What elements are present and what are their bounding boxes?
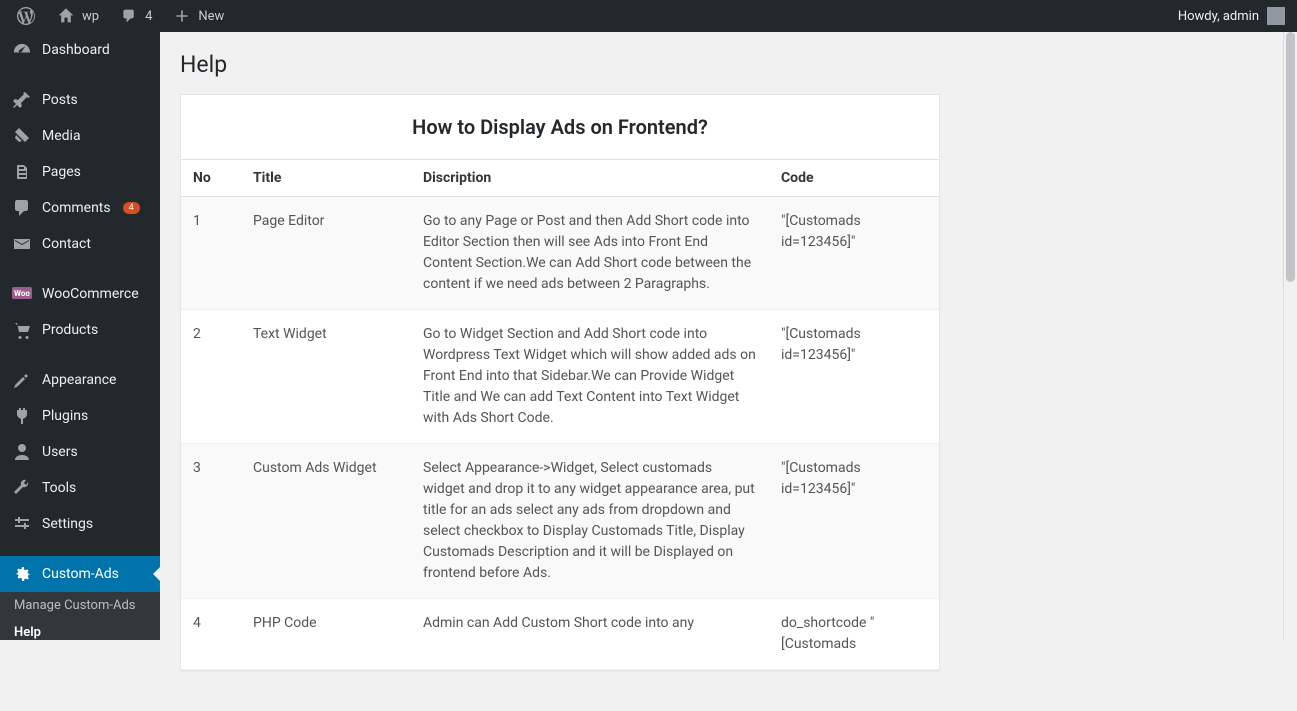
menu-separator bbox=[0, 262, 160, 276]
sidebar-item-appearance[interactable]: Appearance bbox=[0, 362, 160, 398]
admin-bar-left: wp 4 New bbox=[8, 0, 232, 32]
col-no: No bbox=[181, 160, 241, 197]
sidebar-item-label: Comments bbox=[42, 200, 111, 216]
submenu-item-help[interactable]: Help bbox=[0, 619, 160, 640]
sidebar-item-label: Tools bbox=[42, 480, 76, 496]
menu-separator bbox=[0, 542, 160, 556]
cell-no: 3 bbox=[181, 444, 241, 599]
sidebar-item-posts[interactable]: Posts bbox=[0, 82, 160, 118]
cell-code: do_shortcode "[Customads bbox=[769, 599, 939, 670]
mail-icon bbox=[12, 234, 32, 254]
comments-menu[interactable]: 4 bbox=[111, 0, 160, 32]
scrollbar[interactable] bbox=[1283, 32, 1297, 640]
admin-bar-right[interactable]: Howdy, admin bbox=[1178, 7, 1289, 25]
cell-desc: Go to any Page or Post and then Add Shor… bbox=[411, 197, 769, 310]
help-table: No Title Discription Code 1Page EditorGo… bbox=[181, 159, 939, 670]
pin-icon bbox=[12, 90, 32, 110]
wp-logo-menu[interactable] bbox=[8, 0, 44, 32]
cell-no: 4 bbox=[181, 599, 241, 670]
sidebar-item-label: Plugins bbox=[42, 408, 88, 424]
sidebar-item-label: Pages bbox=[42, 164, 81, 180]
cell-title: Custom Ads Widget bbox=[241, 444, 411, 599]
cell-code: "[Customads id=123456]" bbox=[769, 197, 939, 310]
col-desc: Discription bbox=[411, 160, 769, 197]
menu-separator bbox=[0, 348, 160, 362]
sliders-icon bbox=[12, 514, 32, 534]
comments-icon bbox=[12, 198, 32, 218]
site-name: wp bbox=[82, 9, 99, 24]
sidebar-item-comments[interactable]: Comments 4 bbox=[0, 190, 160, 226]
sidebar-item-customads[interactable]: Custom-Ads bbox=[0, 556, 160, 592]
table-row: 2Text WidgetGo to Widget Section and Add… bbox=[181, 310, 939, 444]
gear-icon bbox=[12, 564, 32, 584]
sidebar-item-media[interactable]: Media bbox=[0, 118, 160, 154]
new-content-menu[interactable]: New bbox=[164, 0, 232, 32]
dashboard-icon bbox=[12, 40, 32, 60]
cell-desc: Go to Widget Section and Add Short code … bbox=[411, 310, 769, 444]
sidebar-item-label: Media bbox=[42, 128, 81, 144]
plug-icon bbox=[12, 406, 32, 426]
sidebar-item-label: Settings bbox=[42, 516, 93, 532]
cell-code: "[Customads id=123456]" bbox=[769, 444, 939, 599]
site-name-menu[interactable]: wp bbox=[48, 0, 107, 32]
sidebar-item-dashboard[interactable]: Dashboard bbox=[0, 32, 160, 68]
cell-code: "[Customads id=123456]" bbox=[769, 310, 939, 444]
sidebar-item-tools[interactable]: Tools bbox=[0, 470, 160, 506]
brush-icon bbox=[12, 370, 32, 390]
avatar bbox=[1267, 7, 1285, 25]
cell-desc: Admin can Add Custom Short code into any bbox=[411, 599, 769, 670]
comments-badge: 4 bbox=[123, 202, 140, 214]
sidebar-item-plugins[interactable]: Plugins bbox=[0, 398, 160, 434]
scrollbar-thumb[interactable] bbox=[1286, 32, 1295, 282]
wordpress-logo-icon bbox=[16, 6, 36, 26]
cell-no: 1 bbox=[181, 197, 241, 310]
sidebar-item-pages[interactable]: Pages bbox=[0, 154, 160, 190]
sidebar-item-users[interactable]: Users bbox=[0, 434, 160, 470]
sidebar-item-woocommerce[interactable]: Woo WooCommerce bbox=[0, 276, 160, 312]
user-icon bbox=[12, 442, 32, 462]
cell-title: Page Editor bbox=[241, 197, 411, 310]
sidebar-item-contact[interactable]: Contact bbox=[0, 226, 160, 262]
media-icon bbox=[12, 126, 32, 146]
table-row: 4PHP CodeAdmin can Add Custom Short code… bbox=[181, 599, 939, 670]
sidebar-item-label: Posts bbox=[42, 92, 78, 108]
content-area: Help How to Display Ads on Frontend? No … bbox=[160, 32, 1297, 711]
howdy-text: Howdy, admin bbox=[1178, 9, 1259, 24]
col-title: Title bbox=[241, 160, 411, 197]
sidebar-item-settings[interactable]: Settings bbox=[0, 506, 160, 542]
plus-icon bbox=[172, 6, 192, 26]
cart-icon bbox=[12, 320, 32, 340]
table-row: 3Custom Ads WidgetSelect Appearance->Wid… bbox=[181, 444, 939, 599]
cell-title: PHP Code bbox=[241, 599, 411, 670]
sidebar-item-label: Dashboard bbox=[42, 42, 110, 58]
comments-count: 4 bbox=[145, 9, 152, 24]
svg-text:Woo: Woo bbox=[14, 289, 30, 298]
sidebar-item-label: Appearance bbox=[42, 372, 116, 388]
admin-bar: wp 4 New Howdy, admin bbox=[0, 0, 1297, 32]
woocommerce-icon: Woo bbox=[12, 284, 32, 304]
wrench-icon bbox=[12, 478, 32, 498]
page-title: Help bbox=[180, 42, 1277, 82]
help-box: How to Display Ads on Frontend? No Title… bbox=[180, 94, 940, 671]
sidebar-item-label: Products bbox=[42, 322, 98, 338]
sidebar-item-label: Users bbox=[42, 444, 78, 460]
sidebar-item-label: Custom-Ads bbox=[42, 566, 119, 582]
customads-submenu: Manage Custom-Ads Help bbox=[0, 592, 160, 640]
table-row: 1Page EditorGo to any Page or Post and t… bbox=[181, 197, 939, 310]
col-code: Code bbox=[769, 160, 939, 197]
sidebar-item-products[interactable]: Products bbox=[0, 312, 160, 348]
new-label: New bbox=[198, 9, 224, 24]
cell-title: Text Widget bbox=[241, 310, 411, 444]
comment-icon bbox=[119, 6, 139, 26]
pages-icon bbox=[12, 162, 32, 182]
cell-desc: Select Appearance->Widget, Select custom… bbox=[411, 444, 769, 599]
menu-separator bbox=[0, 68, 160, 82]
cell-no: 2 bbox=[181, 310, 241, 444]
sidebar-item-label: Contact bbox=[42, 236, 91, 252]
submenu-item-manage[interactable]: Manage Custom-Ads bbox=[0, 592, 160, 619]
home-icon bbox=[56, 6, 76, 26]
sidebar-item-label: WooCommerce bbox=[42, 286, 139, 302]
admin-sidebar: Dashboard Posts Media Pages Comments 4 C… bbox=[0, 32, 160, 640]
help-heading: How to Display Ads on Frontend? bbox=[181, 95, 939, 159]
